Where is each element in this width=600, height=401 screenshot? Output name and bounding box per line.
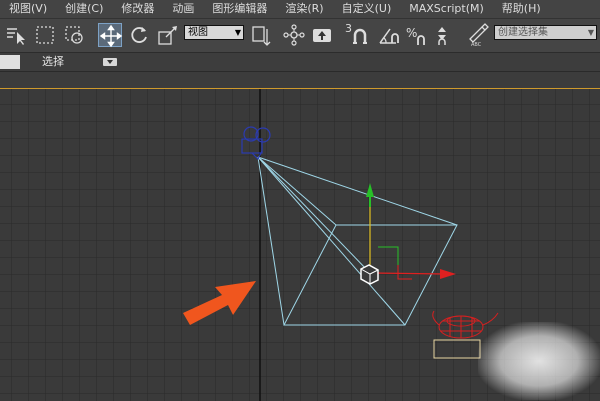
window-crossing-icon[interactable] <box>62 23 86 47</box>
pivot-icon[interactable] <box>249 23 273 47</box>
rotate-icon[interactable] <box>127 23 151 47</box>
tab-selection[interactable]: 选择 <box>42 53 64 71</box>
angle-snap-icon[interactable] <box>376 23 400 47</box>
percent-snap-icon[interactable]: % <box>404 23 428 47</box>
menu-help[interactable]: 帮助(H) <box>493 0 550 18</box>
menu-rendering[interactable]: 渲染(R) <box>276 0 332 18</box>
ribbon-tab-active[interactable] <box>0 55 20 69</box>
spinner-snap-icon[interactable] <box>430 23 454 47</box>
selection-set-dropdown[interactable]: 创建选择集 ▼ <box>494 25 597 40</box>
menu-animation[interactable]: 动画 <box>163 0 203 18</box>
svg-text:%: % <box>406 26 417 40</box>
reference-coordinate-dropdown[interactable]: 视图 ▼ <box>184 25 244 40</box>
menu-customize[interactable]: 自定义(U) <box>333 0 401 18</box>
chevron-down-icon: ▼ <box>234 28 241 37</box>
move-icon[interactable] <box>98 23 123 48</box>
viewport-header <box>0 72 600 88</box>
menu-create[interactable]: 创建(C) <box>56 0 112 18</box>
link-icon[interactable] <box>282 23 306 47</box>
rect-selection-icon[interactable] <box>33 23 57 47</box>
menu-view[interactable]: 视图(V) <box>0 0 56 18</box>
edit-named-sets-icon[interactable]: ABC <box>466 23 490 47</box>
snap-icon[interactable] <box>349 23 373 47</box>
menu-graph-editors[interactable]: 图形编辑器 <box>203 0 276 18</box>
ribbon-bar: 选择 <box>0 53 600 72</box>
ribbon-toggle-button[interactable] <box>103 58 117 66</box>
select-object-icon[interactable] <box>4 23 28 47</box>
menu-maxscript[interactable]: MAXScript(M) <box>400 0 493 18</box>
menu-modifiers[interactable]: 修改器 <box>112 0 163 18</box>
main-toolbar: 视图 ▼ 3 % ABC 创建选择集 ▼ <box>0 19 600 53</box>
svg-text:ABC: ABC <box>471 42 482 47</box>
menu-bar: 视图(V) 创建(C) 修改器 动画 图形编辑器 渲染(R) 自定义(U) MA… <box>0 0 600 19</box>
watermark <box>478 322 600 400</box>
chevron-down-icon: ▼ <box>587 28 594 37</box>
manipulate-icon[interactable] <box>310 23 334 47</box>
scale-icon[interactable] <box>156 23 180 47</box>
